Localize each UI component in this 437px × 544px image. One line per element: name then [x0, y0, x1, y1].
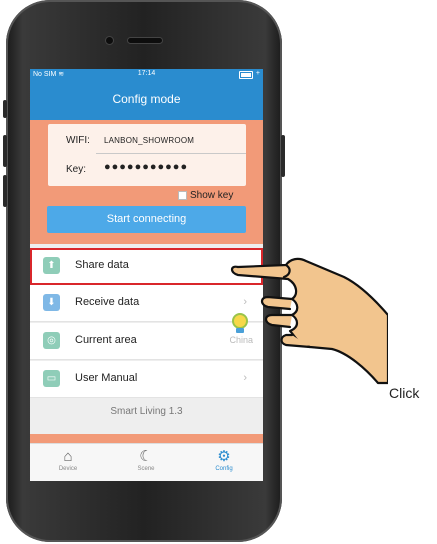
scene-icon: ☾: [139, 448, 153, 465]
version-label: Smart Living 1.3: [110, 406, 183, 417]
key-input[interactable]: ●●●●●●●●●●●: [104, 161, 188, 173]
field-divider: [96, 153, 246, 154]
power-button: [281, 135, 285, 177]
tab-label: Config: [215, 466, 233, 472]
nav-bar: Config mode: [30, 81, 263, 120]
menu-item-label: Receive data: [75, 296, 140, 308]
pointing-hand-icon: [230, 257, 388, 385]
volume-up-button: [3, 135, 7, 167]
home-icon: ⌂: [63, 448, 73, 465]
tab-bar: ⌂ Device ☾ Scene ⚙ Config: [30, 443, 263, 481]
menu-item-label: Share data: [75, 259, 129, 271]
upload-icon: ⬆: [43, 257, 60, 274]
mute-switch: [3, 100, 7, 118]
volume-down-button: [3, 175, 7, 207]
key-field[interactable]: Key: ●●●●●●●●●●●: [48, 155, 246, 183]
book-icon: ▭: [43, 370, 60, 387]
tab-label: Device: [58, 466, 78, 472]
download-icon: ⬇: [43, 294, 60, 311]
show-key-checkbox[interactable]: [178, 191, 187, 200]
tab-label: Scene: [137, 466, 155, 472]
tab-device[interactable]: ⌂ Device: [38, 444, 98, 481]
globe-icon: ◎: [43, 332, 60, 349]
wifi-label: WIFI:: [66, 135, 90, 146]
wifi-input[interactable]: LANBON_SHOWROOM: [104, 136, 194, 145]
status-bar: No SIM ≋ 17:14 +: [30, 69, 263, 81]
start-connecting-button[interactable]: Start connecting: [47, 206, 246, 233]
menu-item-label: Current area: [75, 334, 137, 346]
wifi-field[interactable]: WIFI: LANBON_SHOWROOM: [48, 126, 246, 154]
show-key-label: Show key: [190, 190, 234, 201]
key-label: Key:: [66, 164, 87, 175]
footer-strip: [30, 435, 263, 443]
tab-scene[interactable]: ☾ Scene: [116, 444, 176, 481]
wifi-form: WIFI: LANBON_SHOWROOM Key: ●●●●●●●●●●●: [48, 124, 246, 186]
gear-icon: ⚙: [217, 448, 231, 465]
status-time: 17:14: [137, 70, 156, 77]
earpiece-speaker: [128, 38, 162, 43]
menu-item-label: User Manual: [75, 372, 138, 384]
battery-icon: [239, 71, 253, 79]
charging-icon: +: [255, 70, 260, 77]
front-camera: [106, 37, 113, 44]
page-title: Config mode: [112, 92, 181, 106]
show-key-toggle[interactable]: Show key: [178, 190, 233, 201]
tab-config[interactable]: ⚙ Config: [194, 444, 254, 481]
click-annotation: Click: [389, 385, 420, 401]
